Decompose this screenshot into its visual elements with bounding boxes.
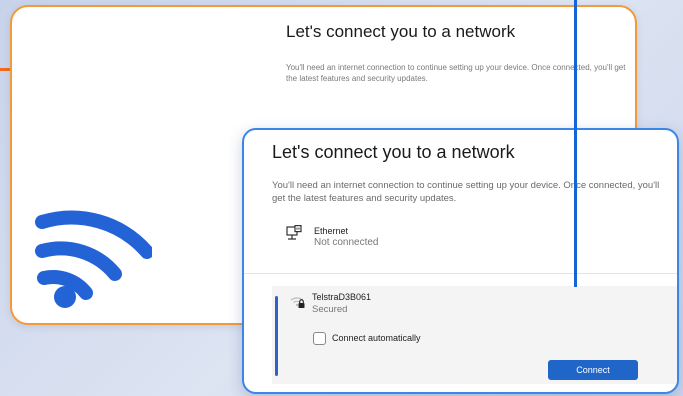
divider [244, 273, 677, 274]
connect-automatically-checkbox[interactable] [313, 332, 326, 345]
accent-line [574, 0, 577, 287]
connect-automatically-label: Connect automatically [332, 333, 421, 343]
page-description: You'll need an internet connection to co… [272, 180, 660, 204]
page-title: Let's connect you to a network [272, 142, 515, 162]
selection-indicator [275, 296, 278, 376]
connect-button[interactable]: Connect [548, 360, 638, 380]
network-status: Secured [312, 304, 348, 315]
network-setup-card: Let's connect you to a network You'll ne… [242, 128, 679, 394]
ethernet-name: Ethernet [314, 226, 349, 236]
network-item-selected[interactable]: TelstraD3B061 Secured Connect automatica… [272, 286, 677, 384]
ethernet-status: Not connected [314, 237, 379, 248]
background-card-title: Let's connect you to a network [286, 22, 516, 41]
ethernet-icon [286, 225, 302, 240]
wifi-icon [35, 210, 152, 308]
network-name: TelstraD3B061 [312, 292, 372, 302]
wifi-secured-icon [290, 297, 305, 308]
